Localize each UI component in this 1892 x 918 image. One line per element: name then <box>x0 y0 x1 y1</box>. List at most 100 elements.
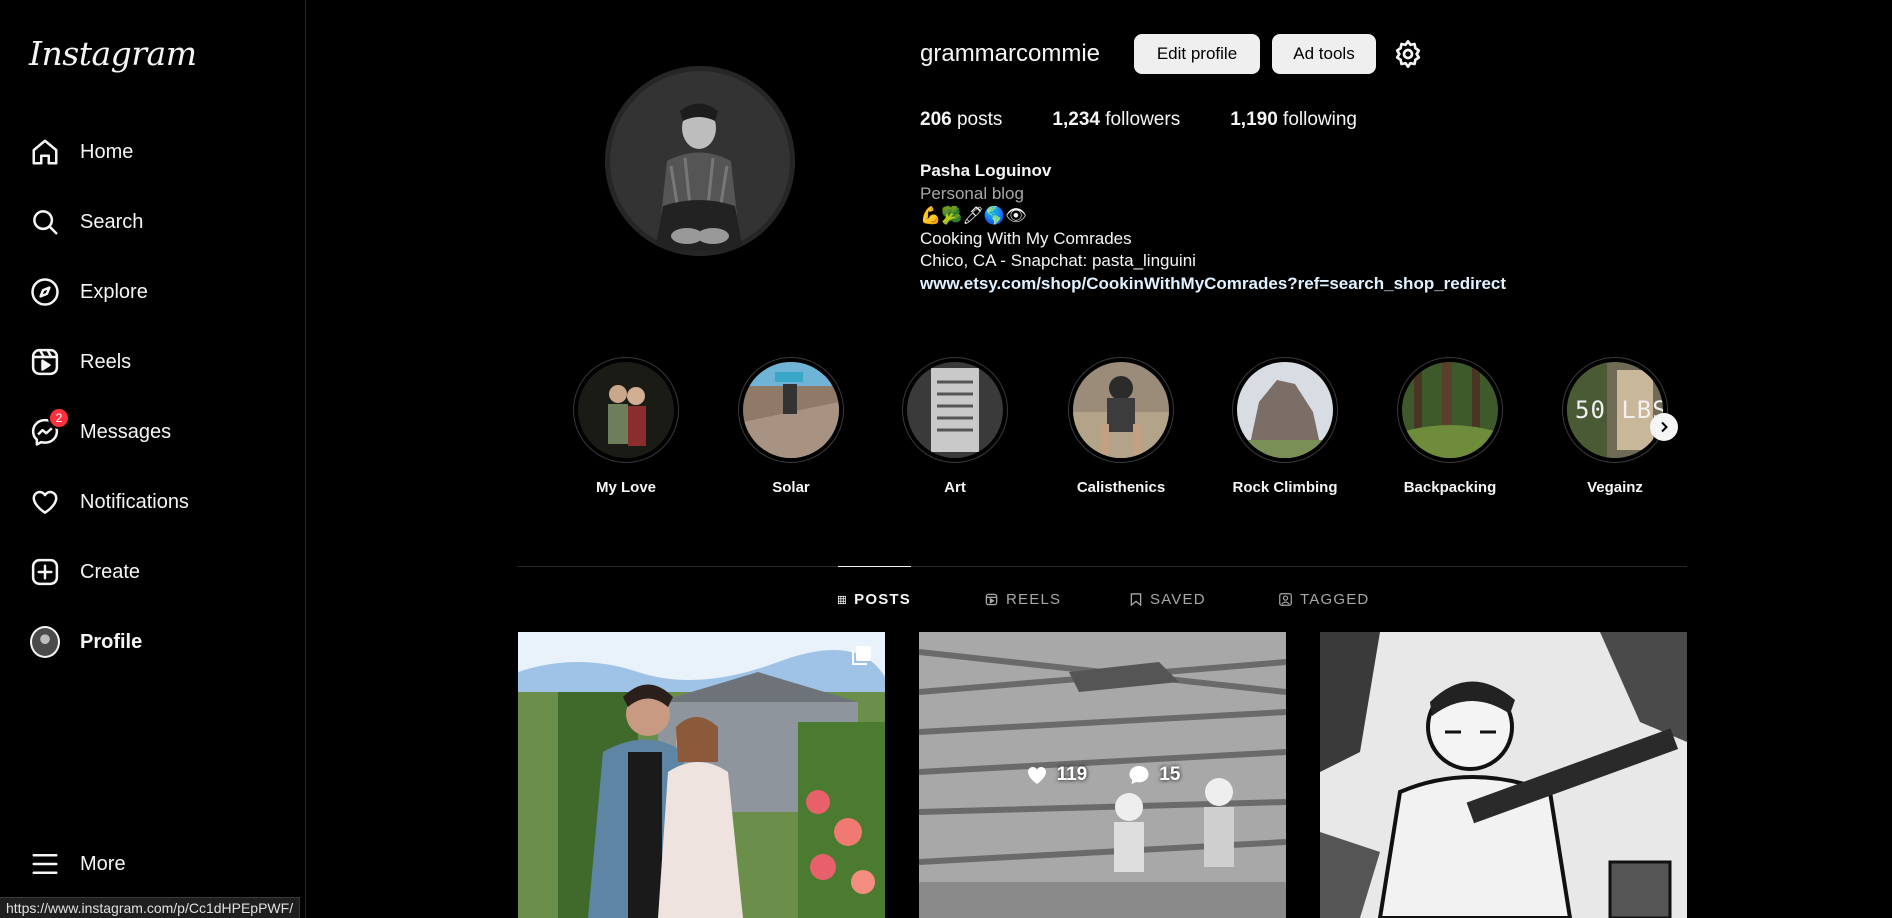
highlight-my-love[interactable]: My Love <box>566 357 686 496</box>
sidebar-item-more[interactable]: More <box>14 836 290 892</box>
tabs-divider <box>517 566 1687 567</box>
post-stats-overlay: 119 15 <box>919 632 1286 918</box>
search-icon <box>30 207 60 237</box>
grid-icon <box>838 595 847 604</box>
tab-label: POSTS <box>854 591 911 608</box>
following-link[interactable]: 1,190 following <box>1230 109 1357 131</box>
tab-saved[interactable]: SAVED <box>1130 566 1206 632</box>
posts-count: 206 <box>920 109 952 130</box>
profile-stats: 206 posts 1,234 followers 1,190 followin… <box>920 109 1407 131</box>
highlight-ring <box>738 357 844 463</box>
tab-label: TAGGED <box>1300 590 1370 608</box>
highlight-cover: 50 LBS <box>1567 362 1663 458</box>
comments-count: 15 <box>1159 764 1181 785</box>
highlight-rock-climbing[interactable]: Rock Climbing <box>1225 357 1345 496</box>
sidebar-item-label: Reels <box>80 350 132 373</box>
posts-stat: 206 posts <box>920 109 1002 131</box>
highlight-cover <box>1073 362 1169 458</box>
sidebar-item-label: More <box>80 852 126 875</box>
sidebar-item-create[interactable]: Create <box>14 544 290 600</box>
profile-bio: Pasha Loguinov Personal blog 💪🥦🖊🌎👁 Cooki… <box>920 160 1506 295</box>
sidebar-item-label: Create <box>80 560 141 583</box>
menu-icon <box>30 849 60 879</box>
sidebar-item-explore[interactable]: Explore <box>14 264 290 320</box>
highlight-cover <box>578 362 674 458</box>
comments-stat: 15 <box>1127 763 1180 787</box>
following-count: 1,190 <box>1230 109 1278 130</box>
highlight-label: Backpacking <box>1403 479 1497 496</box>
highlight-solar[interactable]: Solar <box>731 357 851 496</box>
unread-badge: 2 <box>48 407 70 429</box>
highlight-art[interactable]: Art <box>895 357 1015 496</box>
heart-icon <box>30 487 60 517</box>
profile-category: Personal blog <box>920 183 1024 203</box>
highlight-ring <box>902 357 1008 463</box>
sidebar-item-label: Notifications <box>80 490 189 513</box>
profile-avatar[interactable] <box>605 66 795 256</box>
highlight-label: Solar <box>772 479 810 496</box>
highlights-next-button[interactable] <box>1650 413 1678 441</box>
settings-gear-icon[interactable] <box>1392 38 1424 70</box>
sidebar-item-label: Search <box>80 210 144 233</box>
bio-line: Chico, CA - Snapchat: pasta_linguini <box>920 251 1196 270</box>
highlight-label: Calisthenics <box>1076 479 1166 496</box>
sidebar-item-reels[interactable]: Reels <box>14 334 290 390</box>
post-thumbnail[interactable] <box>1320 632 1687 918</box>
highlight-label: My Love <box>595 479 656 496</box>
bookmark-icon <box>1130 592 1142 606</box>
sidebar-item-notifications[interactable]: Notifications <box>14 474 290 530</box>
post-thumbnail[interactable]: 119 15 <box>919 632 1286 918</box>
profile-avatar-icon <box>30 626 60 658</box>
highlight-cover <box>1402 362 1498 458</box>
sidebar-item-home[interactable]: Home <box>14 124 290 180</box>
following-label: following <box>1283 109 1357 130</box>
chevron-right-icon <box>1661 421 1668 433</box>
full-name: Pasha Loguinov <box>920 161 1052 180</box>
messenger-icon: 2 <box>30 407 70 447</box>
tagged-person-icon <box>1279 592 1292 606</box>
followers-label: followers <box>1105 109 1181 130</box>
ad-tools-button[interactable]: Ad tools <box>1272 34 1376 74</box>
reels-icon <box>30 347 60 377</box>
post-image <box>1320 632 1687 918</box>
highlight-overlay-text: 50 LBS <box>1575 396 1663 424</box>
tab-tagged[interactable]: TAGGED <box>1279 566 1369 632</box>
highlight-cover <box>1237 362 1333 458</box>
likes-stat: 119 <box>1025 763 1088 787</box>
highlight-cover <box>907 362 1003 458</box>
tab-posts[interactable]: POSTS <box>838 566 911 632</box>
post-image <box>518 632 885 918</box>
highlight-label: Vegainz <box>1587 479 1643 496</box>
sidebar-item-search[interactable]: Search <box>14 194 290 250</box>
highlight-calisthenics[interactable]: Calisthenics <box>1061 357 1181 496</box>
highlight-ring <box>1397 357 1503 463</box>
sidebar-item-profile[interactable]: Profile <box>14 614 290 670</box>
sidebar-item-label: Profile <box>80 630 143 653</box>
bio-line: Cooking With My Comrades <box>920 228 1132 248</box>
followers-link[interactable]: 1,234 followers <box>1052 109 1180 131</box>
post-thumbnail[interactable] <box>518 632 885 918</box>
profile-username: grammarcommie <box>920 40 1101 67</box>
sidebar-item-label: Messages <box>80 420 172 443</box>
home-icon <box>30 137 60 167</box>
edit-profile-button[interactable]: Edit profile <box>1134 34 1260 74</box>
plus-square-icon <box>30 557 60 587</box>
sidebar-item-messages[interactable]: 2 Messages <box>14 404 290 460</box>
highlight-ring: 50 LBS <box>1562 357 1668 463</box>
highlight-ring <box>1232 357 1338 463</box>
instagram-logo[interactable]: Instagram <box>29 34 197 73</box>
heart-icon <box>1027 767 1046 784</box>
posts-label: posts <box>956 109 1003 130</box>
multiple-images-icon <box>849 644 873 673</box>
reels-icon <box>985 593 998 605</box>
likes-count: 119 <box>1056 764 1088 785</box>
highlight-ring <box>573 357 679 463</box>
highlight-backpacking[interactable]: Backpacking <box>1390 357 1510 496</box>
bio-website-link[interactable]: www.etsy.com/shop/CookinWithMyComrades?r… <box>920 273 1506 296</box>
highlight-label: Art <box>944 479 966 496</box>
tab-reels[interactable]: REELS <box>985 566 1061 632</box>
followers-count: 1,234 <box>1052 109 1100 130</box>
compass-icon <box>30 277 60 307</box>
sidebar-item-label: Explore <box>80 280 148 303</box>
highlight-label: Rock Climbing <box>1232 479 1338 496</box>
